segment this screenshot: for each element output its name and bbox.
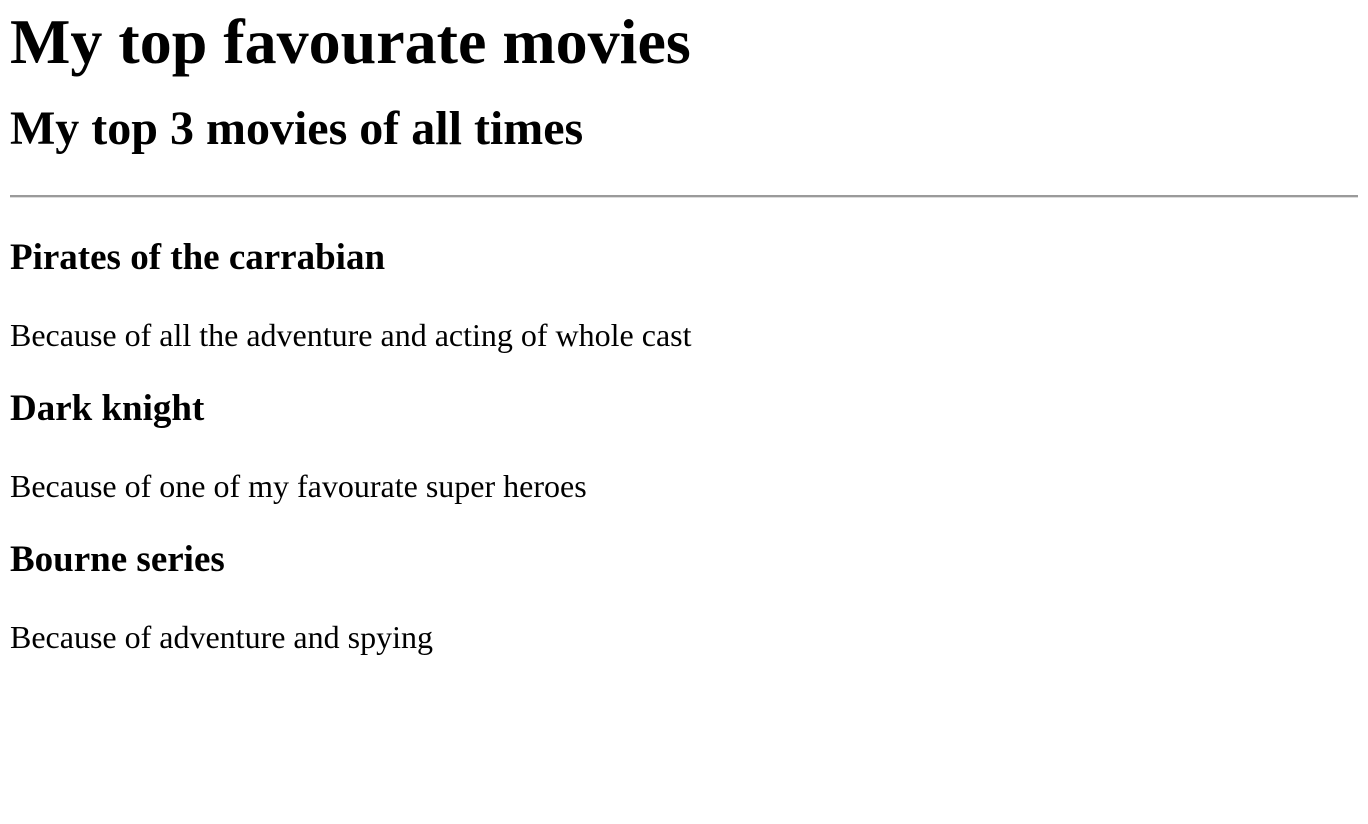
page-subtitle: My top 3 movies of all times [10,102,584,155]
movie-item: Bourne series Because of adventure and s… [10,538,1358,657]
movie-title: Pirates of the carrabian [10,237,386,278]
movie-title: Bourne series [10,539,225,580]
movie-title: Dark knight [10,388,205,429]
movie-reason: Because of adventure and spying [10,619,433,655]
page-title: My top favourate movies [10,6,691,77]
movie-item: Dark knight Because of one of my favoura… [10,387,1358,506]
movie-list: Pirates of the carrabian Because of all … [10,236,1358,657]
movie-reason: Because of one of my favourate super her… [10,468,587,504]
movie-reason: Because of all the adventure and acting … [10,317,692,353]
divider [10,195,1358,198]
movie-item: Pirates of the carrabian Because of all … [10,236,1358,355]
